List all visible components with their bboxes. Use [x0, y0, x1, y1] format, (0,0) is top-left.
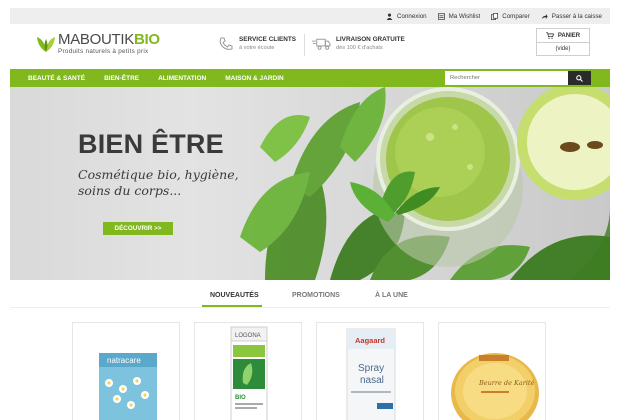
- list-icon: [437, 12, 445, 20]
- delivery-truck-icon: [312, 38, 331, 50]
- cart-button[interactable]: PANIER (vide): [536, 28, 590, 56]
- product-1-brand: natracare: [107, 356, 141, 365]
- hero-title: BIEN ÊTRE: [78, 129, 224, 159]
- logo-text-main: MABOUTIK: [58, 31, 134, 48]
- product-3-line1: Spray: [358, 363, 384, 374]
- product-4-label: Beurre de Karité: [478, 379, 535, 387]
- hero-banner[interactable]: BIEN ÊTRE Cosmétique bio, hygiène, soins…: [10, 87, 610, 280]
- service-title: SERVICE CLIENTS: [239, 36, 297, 43]
- free-delivery-info[interactable]: LIVRAISON GRATUITE dès 100 € d'achats: [312, 36, 405, 51]
- product-image-beurre-karite: Beurre de Karité: [451, 353, 539, 420]
- product-2-brand: LOGONA: [235, 333, 261, 339]
- site-logo[interactable]: MABOUTIKBIO Produits naturels à petits p…: [36, 32, 160, 55]
- logo-tagline: Produits naturels à petits prix: [58, 48, 149, 55]
- customer-service-info[interactable]: SERVICE CLIENTS à votre écoute: [218, 36, 296, 51]
- delivery-subtitle: dès 100 € d'achats: [336, 45, 383, 51]
- page: Connexion Ma Wishlist Comparer Passer à …: [10, 8, 610, 420]
- service-subtitle: à votre écoute: [239, 45, 275, 51]
- product-card-2[interactable]: LOGONA BIO: [194, 322, 302, 420]
- wishlist-link[interactable]: Ma Wishlist: [437, 12, 481, 20]
- compare-label: Comparer: [502, 12, 530, 20]
- search-icon: [576, 74, 583, 82]
- compare-icon: [491, 12, 499, 20]
- product-3-brand: Aagaard: [355, 336, 385, 345]
- product-image-natracare: natracare: [99, 353, 157, 420]
- login-label: Connexion: [397, 12, 427, 20]
- user-icon: [386, 13, 393, 20]
- tab-nouveautes[interactable]: NOUVEAUTÉS: [210, 292, 259, 299]
- cart-status: (vide): [555, 46, 571, 52]
- product-image-spray-nasal: Aagaard Spray nasal: [346, 328, 396, 420]
- compare-link[interactable]: Comparer: [491, 12, 530, 20]
- tab-a-la-une[interactable]: À LA UNE: [375, 292, 408, 299]
- product-2-line: BIO: [235, 395, 246, 401]
- wishlist-label: Ma Wishlist: [448, 12, 481, 20]
- discover-button[interactable]: DÉCOUVRIR >>: [103, 222, 173, 235]
- logo-text-bio: BIO: [133, 31, 160, 48]
- phone-icon: [219, 37, 233, 50]
- product-image-logona: LOGONA BIO: [230, 326, 268, 420]
- search-button[interactable]: [568, 71, 591, 85]
- product-3-line2: nasal: [360, 375, 384, 386]
- checkout-label: Passer à la caisse: [551, 12, 602, 20]
- checkout-arrow-icon: [541, 13, 548, 19]
- product-tabs: NOUVEAUTÉS PROMOTIONS À LA UNE: [200, 289, 420, 307]
- leaf-logo-icon: [37, 36, 55, 52]
- hero-subtitle: Cosmétique bio, hygiène, soins du corps.…: [78, 167, 239, 198]
- product-card-3[interactable]: Aagaard Spray nasal: [316, 322, 424, 420]
- tab-promotions[interactable]: PROMOTIONS: [292, 292, 340, 299]
- checkout-link[interactable]: Passer à la caisse: [541, 13, 602, 20]
- nav-item-maison-jardin[interactable]: MAISON & JARDIN: [225, 75, 284, 82]
- login-link[interactable]: Connexion: [386, 13, 427, 20]
- main-nav: BEAUTÉ & SANTÉ BIEN-ÊTRE ALIMENTATION MA…: [10, 69, 610, 87]
- search-bar: [445, 71, 591, 85]
- header-divider: [304, 34, 305, 56]
- cart-label: PANIER: [557, 32, 581, 39]
- top-bar: Connexion Ma Wishlist Comparer Passer à …: [10, 8, 610, 24]
- product-card-4[interactable]: Beurre de Karité: [438, 322, 546, 420]
- delivery-title: LIVRAISON GRATUITE: [336, 36, 405, 43]
- nav-item-alimentation[interactable]: ALIMENTATION: [158, 75, 206, 82]
- cart-icon: [545, 32, 554, 39]
- product-card-1[interactable]: natracare: [72, 322, 180, 420]
- tabs-divider: [10, 307, 610, 308]
- nav-item-bien-etre[interactable]: BIEN-ÊTRE: [104, 75, 139, 82]
- nav-item-beaute-sante[interactable]: BEAUTÉ & SANTÉ: [28, 75, 85, 82]
- search-input[interactable]: [445, 71, 568, 85]
